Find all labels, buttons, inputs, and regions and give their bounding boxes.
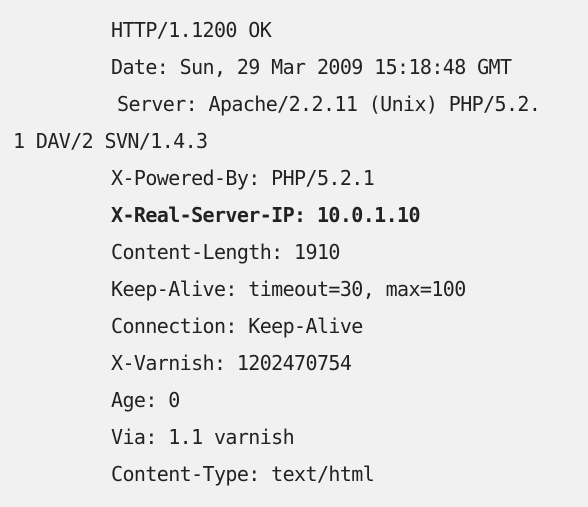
age-header: Age: 0 — [111, 388, 180, 412]
connection-header: Connection: Keep-Alive — [111, 314, 363, 338]
server-header: Server: Apache/2.2.11 (Unix) PHP/5.2. — [117, 92, 541, 116]
status-line: HTTP/1.1200 OK — [111, 18, 272, 42]
content-length-header: Content-Length: 1910 — [111, 240, 340, 264]
x-powered-by-header: X-Powered-By: PHP/5.2.1 — [111, 166, 375, 190]
http-response-headers: HTTP/1.1200 OK Date: Sun, 29 Mar 2009 15… — [0, 0, 588, 507]
date-header: Date: Sun, 29 Mar 2009 15:18:48 GMT — [111, 55, 512, 79]
keep-alive-header: Keep-Alive: timeout=30, max=100 — [111, 277, 466, 301]
server-header-continuation: 1 DAV/2 SVN/1.4.3 — [13, 129, 208, 153]
x-real-server-ip-header: X-Real-Server-IP: 10.0.1.10 — [111, 203, 421, 227]
content-type-header: Content-Type: text/html — [111, 462, 375, 486]
via-header: Via: 1.1 varnish — [111, 425, 295, 449]
x-varnish-header: X-Varnish: 1202470754 — [111, 351, 352, 375]
